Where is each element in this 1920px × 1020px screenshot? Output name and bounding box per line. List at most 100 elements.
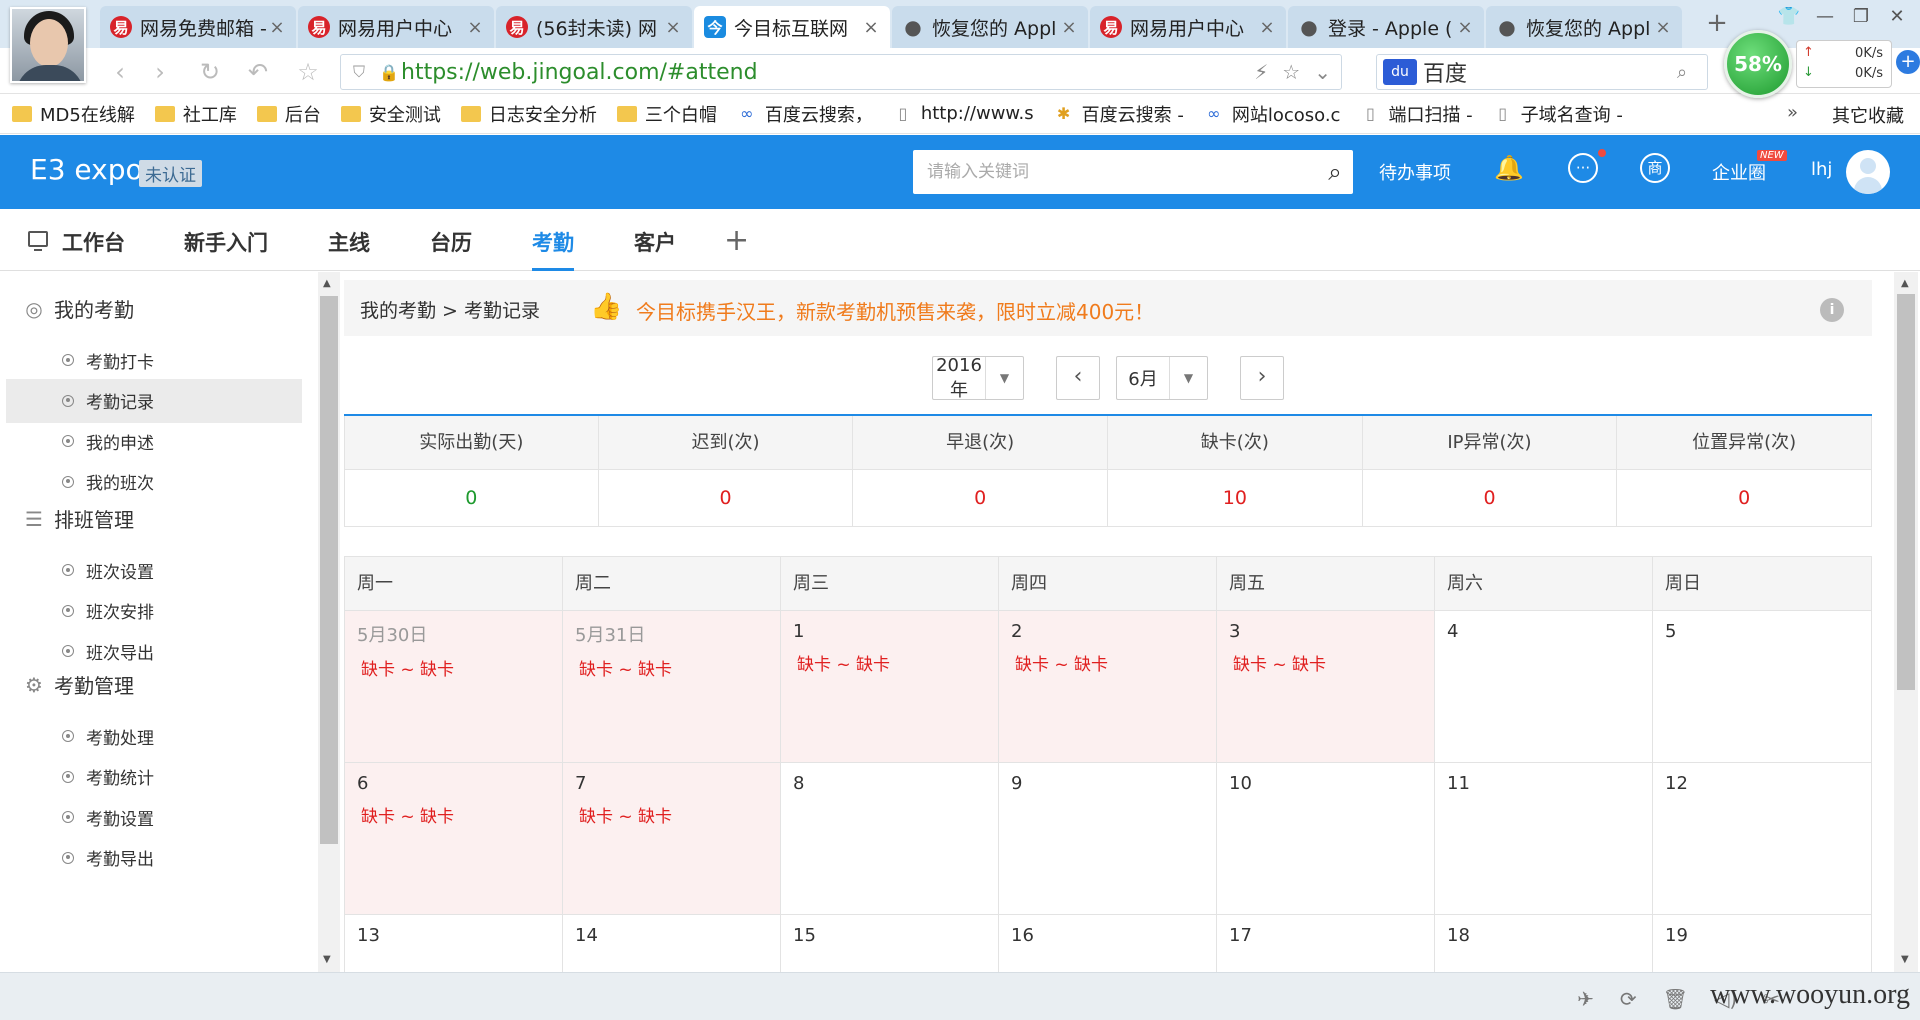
stat-value[interactable]: 0 <box>599 470 853 526</box>
dropdown-icon[interactable]: ⌄ <box>1314 60 1331 84</box>
forward-icon[interactable]: › <box>144 56 176 88</box>
sidebar-item[interactable]: 我的班次 <box>6 460 302 504</box>
browser-tab[interactable]: 易 (56封未读) 网 × <box>496 6 692 48</box>
calendar-day[interactable]: 12 <box>1653 763 1871 914</box>
skin-icon[interactable]: 👕 <box>1776 4 1802 30</box>
bookmark-item[interactable]: ∞ 百度云搜索， <box>737 101 873 127</box>
main-scrollbar[interactable]: ▲ ▼ <box>1894 272 1918 972</box>
url-text[interactable]: https://web.jingoal.com/#attend <box>401 60 1254 85</box>
browser-tab[interactable]: 易网易免费邮箱 - × <box>100 6 296 48</box>
favorite-icon[interactable]: ☆ <box>292 56 324 88</box>
browser-tab[interactable]: ● 恢复您的 Appl × <box>1486 6 1682 48</box>
sidebar-item[interactable]: 我的申述 <box>6 419 302 463</box>
info-icon[interactable]: i <box>1820 298 1844 322</box>
todo-link[interactable]: 待办事项 <box>1379 159 1451 185</box>
app-search[interactable]: ⌕ <box>913 150 1353 194</box>
calendar-day[interactable]: 17 <box>1217 915 1435 972</box>
undo-icon[interactable]: ↶ <box>242 56 274 88</box>
search-input[interactable] <box>913 162 1317 182</box>
browser-tab[interactable]: 易网易用户中心 × <box>298 6 494 48</box>
bookmark-item[interactable]: ▯ 端口扫描 - <box>1360 101 1473 127</box>
module-tab[interactable]: 主线 <box>328 227 370 271</box>
chevron-down-icon[interactable]: ▼ <box>985 357 1023 399</box>
username[interactable]: lhj <box>1811 159 1832 180</box>
sidebar-group[interactable]: ☰ 排班管理 <box>22 504 134 533</box>
calendar-day[interactable]: 3 缺卡 ~ 缺卡 <box>1217 611 1435 762</box>
bookmark-item[interactable]: 三个白帽 <box>616 101 717 127</box>
close-icon[interactable]: × <box>664 17 682 38</box>
speed-percent[interactable]: 58% <box>1724 30 1792 98</box>
chat-icon[interactable]: ··· <box>1568 153 1598 183</box>
sidebar-item[interactable]: 考勤统计 <box>6 755 302 799</box>
minimize-button[interactable]: — <box>1812 4 1838 30</box>
search-engine-name[interactable]: 百度 <box>1423 56 1677 88</box>
close-icon[interactable]: × <box>268 17 286 38</box>
scroll-down-icon[interactable]: ▼ <box>1901 954 1909 965</box>
add-module-button[interactable]: + <box>724 223 749 258</box>
stat-value[interactable]: 0 <box>1617 470 1871 526</box>
sidebar-group[interactable]: ⚙ 考勤管理 <box>22 670 134 699</box>
stat-value[interactable]: 0 <box>853 470 1107 526</box>
star-icon[interactable]: ☆ <box>1282 60 1300 84</box>
calendar-day[interactable]: 5月30日 缺卡 ~ 缺卡 <box>345 611 563 762</box>
close-icon[interactable]: × <box>466 17 484 38</box>
calendar-day[interactable]: 1 缺卡 ~ 缺卡 <box>781 611 999 762</box>
scroll-down-icon[interactable]: ▼ <box>323 954 331 965</box>
month-select[interactable]: 6月 ▼ <box>1116 356 1208 400</box>
search-icon[interactable]: ⌕ <box>1317 158 1353 186</box>
module-tab[interactable]: 客户 <box>634 227 676 271</box>
close-icon[interactable]: × <box>1060 17 1078 38</box>
network-speed-widget[interactable]: 58% ↑ 0K/s ↓ 0K/s + <box>1724 30 1920 100</box>
sidebar-item[interactable]: 考勤打卡 <box>6 338 302 382</box>
calendar-day[interactable]: 7 缺卡 ~ 缺卡 <box>563 763 781 914</box>
scroll-thumb[interactable] <box>320 296 338 844</box>
sidebar-scrollbar[interactable]: ▲ ▼ <box>318 272 340 972</box>
trash-icon[interactable]: 🗑 <box>1663 987 1688 1011</box>
calendar-day[interactable]: 18 <box>1435 915 1653 972</box>
calendar-day[interactable]: 8 <box>781 763 999 914</box>
calendar-day[interactable]: 4 <box>1435 611 1653 762</box>
close-icon[interactable]: × <box>1456 17 1474 38</box>
stat-value[interactable]: 0 <box>345 470 598 526</box>
browser-tab[interactable]: 今今目标互联网 × <box>694 6 890 48</box>
refresh-icon[interactable]: ↻ <box>194 56 226 88</box>
unverified-badge[interactable]: 未认证 <box>139 160 202 187</box>
calendar-day[interactable]: 9 <box>999 763 1217 914</box>
bookmark-item[interactable]: 社工库 <box>154 101 237 127</box>
stat-value[interactable]: 10 <box>1108 470 1362 526</box>
shield-icon[interactable]: ⛉ <box>341 62 377 82</box>
maximize-button[interactable]: ❐ <box>1848 4 1874 30</box>
bookmark-item[interactable]: ✱ 百度云搜索 - <box>1054 101 1184 127</box>
business-icon[interactable]: 商 <box>1640 153 1670 183</box>
close-window-button[interactable]: ✕ <box>1884 4 1910 30</box>
browser-tab[interactable]: ● 恢复您的 Appl × <box>892 6 1088 48</box>
stat-value[interactable]: 0 <box>1363 470 1617 526</box>
module-tab[interactable]: 台历 <box>430 227 472 271</box>
sidebar-item[interactable]: 班次导出 <box>6 629 302 673</box>
address-bar[interactable]: ⛉ 🔒 https://web.jingoal.com/#attend ⚡ ☆ … <box>340 54 1342 90</box>
scroll-thumb[interactable] <box>1897 294 1915 690</box>
bookmark-item[interactable]: ∞ 网站locoso.c <box>1204 101 1340 127</box>
calendar-day[interactable]: 16 <box>999 915 1217 972</box>
prev-month-button[interactable]: ‹ <box>1056 356 1100 400</box>
chevron-down-icon[interactable]: ▼ <box>1169 357 1207 399</box>
sidebar-group[interactable]: ◎ 我的考勤 <box>22 294 134 323</box>
speed-icon[interactable]: ⟳ <box>1620 987 1637 1011</box>
calendar-day[interactable]: 13 <box>345 915 563 972</box>
close-icon[interactable]: × <box>862 17 880 38</box>
lightning-icon[interactable]: ⚡ <box>1254 60 1268 84</box>
bookmark-item[interactable]: 日志安全分析 <box>460 101 597 127</box>
next-month-button[interactable]: › <box>1240 356 1284 400</box>
calendar-day[interactable]: 5月31日 缺卡 ~ 缺卡 <box>563 611 781 762</box>
scroll-up-icon[interactable]: ▲ <box>1901 278 1909 289</box>
user-avatar[interactable] <box>1846 150 1890 194</box>
sidebar-item[interactable]: 考勤导出 <box>6 836 302 880</box>
profile-avatar[interactable] <box>10 7 86 83</box>
bookmark-item[interactable]: MD5在线解 <box>12 101 135 127</box>
browser-tab[interactable]: 易网易用户中心 × <box>1090 6 1286 48</box>
sidebar-item[interactable]: 班次安排 <box>6 589 302 633</box>
accelerate-plus-icon[interactable]: + <box>1896 50 1920 74</box>
calendar-day[interactable]: 14 <box>563 915 781 972</box>
sidebar-item[interactable]: 考勤设置 <box>6 795 302 839</box>
bell-icon[interactable]: 🔔 <box>1494 153 1524 183</box>
